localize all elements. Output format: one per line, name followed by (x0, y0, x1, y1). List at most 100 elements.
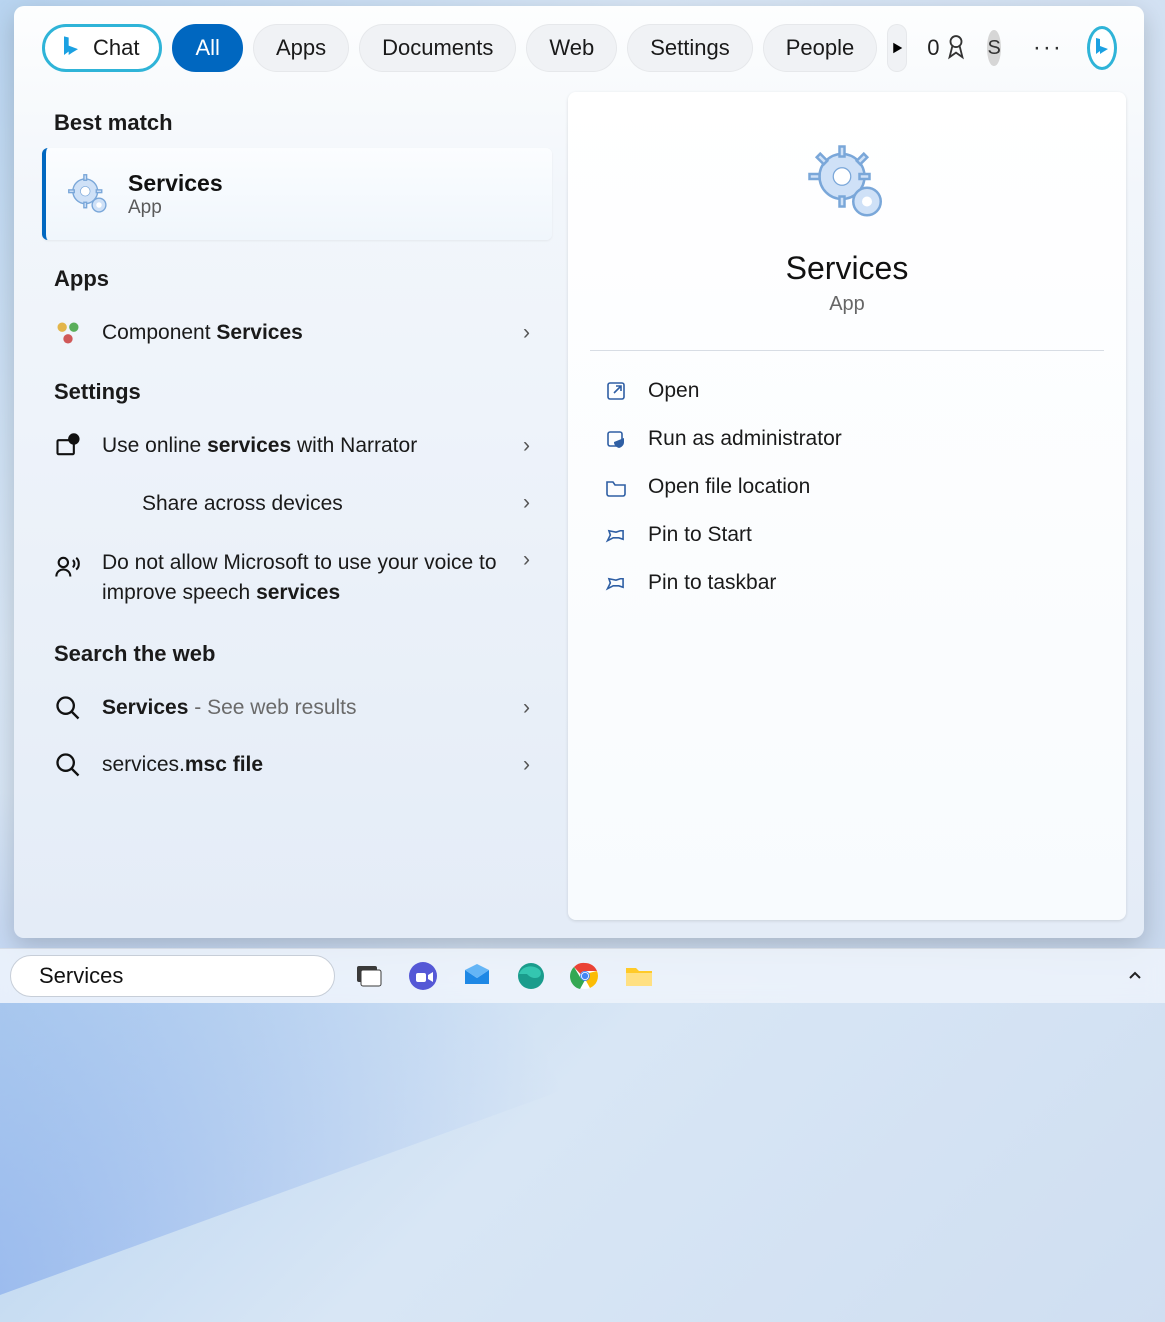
result-web-services-msc[interactable]: services.msc file › (32, 736, 552, 793)
tab-settings[interactable]: Settings (627, 24, 753, 72)
tab-chat-label: Chat (93, 35, 139, 61)
action-label: Open file location (648, 475, 810, 499)
taskbar (0, 948, 1165, 1003)
chevron-right-icon: › (523, 321, 530, 345)
best-match-result[interactable]: Services App (42, 148, 552, 240)
taskbar-mail[interactable] (457, 956, 497, 996)
tab-people[interactable]: People (763, 24, 878, 72)
chevron-right-icon: › (523, 696, 530, 720)
teams-icon (407, 960, 439, 992)
action-label: Pin to taskbar (648, 571, 776, 595)
search-icon (54, 751, 82, 779)
preview-subtitle: App (829, 293, 865, 316)
taskview-icon (353, 960, 385, 992)
tab-all[interactable]: All (172, 24, 242, 72)
text-part: services. (102, 753, 185, 776)
text-part: with Narrator (291, 434, 417, 457)
chrome-icon (569, 960, 601, 992)
result-share-devices[interactable]: Share across devices › (32, 475, 552, 532)
pin-icon (604, 523, 628, 547)
play-icon (888, 39, 906, 57)
chevron-up-icon (1127, 968, 1143, 984)
result-component-services[interactable]: Component Services › (32, 304, 552, 361)
text-match: Services (216, 321, 302, 344)
chevron-right-icon: › (523, 434, 530, 458)
tab-chat[interactable]: Chat (42, 24, 162, 72)
section-search-web: Search the web (32, 623, 552, 679)
result-label: Do not allow Microsoft to use your voice… (102, 548, 503, 607)
rewards-count: 0 (927, 35, 939, 61)
chevron-right-icon: › (523, 491, 530, 515)
tab-settings-label: Settings (650, 35, 730, 61)
bing-chat-button[interactable] (1087, 26, 1117, 70)
rewards-counter[interactable]: 0 (927, 34, 967, 62)
folder-icon (623, 960, 655, 992)
search-panel: Chat All Apps Documents Web Settings Peo… (14, 6, 1144, 938)
text-match: services (256, 581, 340, 604)
best-match-title: Services (128, 170, 223, 197)
user-avatar[interactable]: S (987, 30, 1000, 66)
services-icon (66, 172, 110, 216)
shield-admin-icon (604, 427, 628, 451)
tab-scroll-next[interactable] (887, 24, 907, 72)
result-label: Use online services with Narrator (102, 431, 503, 460)
filter-tabs: Chat All Apps Documents Web Settings Peo… (14, 6, 1144, 80)
bing-icon (57, 34, 85, 62)
action-label: Open (648, 379, 699, 403)
tab-web-label: Web (549, 35, 594, 61)
tab-apps[interactable]: Apps (253, 24, 349, 72)
taskbar-chrome[interactable] (565, 956, 605, 996)
open-icon (604, 379, 628, 403)
text-match: Services (102, 696, 188, 719)
result-label: Services - See web results (102, 693, 503, 722)
action-label: Run as administrator (648, 427, 842, 451)
edge-icon (515, 960, 547, 992)
component-services-icon (54, 319, 82, 347)
action-pin-taskbar[interactable]: Pin to taskbar (590, 559, 1104, 607)
taskbar-edge[interactable] (511, 956, 551, 996)
more-options-button[interactable]: ··· (1033, 34, 1063, 62)
best-match-text: Services App (128, 170, 223, 219)
search-input[interactable] (39, 963, 327, 989)
spacer (94, 489, 122, 517)
tab-apps-label: Apps (276, 35, 326, 61)
results-column: Best match Services App Apps (32, 92, 552, 920)
result-label: Share across devices (142, 489, 503, 518)
action-open-location[interactable]: Open file location (590, 463, 1104, 511)
preview-header: Services App (590, 120, 1104, 336)
preview-title: Services (786, 250, 909, 287)
narrator-icon (54, 432, 82, 460)
text-match: services (207, 434, 291, 457)
action-open[interactable]: Open (590, 367, 1104, 415)
voice-icon (54, 552, 82, 580)
tab-documents[interactable]: Documents (359, 24, 516, 72)
section-settings: Settings (32, 361, 552, 417)
result-narrator-services[interactable]: Use online services with Narrator › (32, 417, 552, 474)
best-match-subtitle: App (128, 197, 223, 219)
chevron-right-icon: › (523, 548, 530, 572)
text-part: - See web results (188, 696, 356, 719)
taskbar-search[interactable] (10, 955, 335, 997)
taskbar-system-tray-chevron[interactable] (1115, 956, 1155, 996)
divider (590, 350, 1104, 351)
text-part: Use online (102, 434, 207, 457)
rewards-icon (945, 34, 967, 62)
chevron-right-icon: › (523, 753, 530, 777)
bing-icon (1090, 36, 1114, 60)
mail-icon (461, 960, 493, 992)
taskbar-taskview[interactable] (349, 956, 389, 996)
result-web-services[interactable]: Services - See web results › (32, 679, 552, 736)
avatar-initial: S (987, 37, 1000, 60)
taskbar-teams[interactable] (403, 956, 443, 996)
result-label: services.msc file (102, 750, 503, 779)
result-label: Component Services (102, 318, 503, 347)
tab-documents-label: Documents (382, 35, 493, 61)
tab-people-label: People (786, 35, 855, 61)
result-speech-services[interactable]: Do not allow Microsoft to use your voice… (32, 532, 552, 623)
action-run-admin[interactable]: Run as administrator (590, 415, 1104, 463)
taskbar-explorer[interactable] (619, 956, 659, 996)
action-pin-start[interactable]: Pin to Start (590, 511, 1104, 559)
folder-icon (604, 475, 628, 499)
tab-all-label: All (195, 35, 219, 61)
tab-web[interactable]: Web (526, 24, 617, 72)
